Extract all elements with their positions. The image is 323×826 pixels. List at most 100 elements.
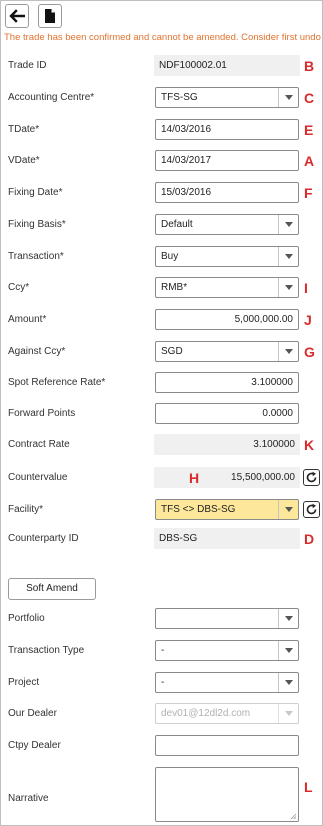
marker-a: A	[304, 153, 315, 169]
amount-label: Amount*	[8, 314, 47, 325]
trade-id-value: NDF100002.01	[154, 55, 300, 76]
row-counterparty-id: Counterparty ID DBS-SG D	[1, 527, 322, 551]
row-fixing-date: Fixing Date* 15/03/2016 F	[1, 181, 322, 205]
against-ccy-value: SGD	[161, 346, 183, 357]
refresh-countervalue-button[interactable]	[303, 469, 320, 486]
chevron-down-icon[interactable]	[278, 247, 298, 266]
accounting-centre-value: TFS-SG	[161, 92, 198, 103]
our-dealer-select: dev01@12dl2d.com	[155, 703, 299, 724]
against-ccy-label: Against Ccy*	[8, 346, 66, 357]
row-contract-rate: Contract Rate 3.100000 K	[1, 433, 322, 457]
soft-amend-button[interactable]: Soft Amend	[8, 578, 96, 600]
transaction-type-value: -	[161, 645, 165, 656]
marker-k: K	[304, 437, 315, 453]
ccy-value: RMB*	[161, 282, 188, 293]
chevron-down-icon[interactable]	[278, 278, 298, 297]
marker-i: I	[304, 280, 308, 296]
resize-grip-icon[interactable]	[290, 813, 297, 820]
narrative-label: Narrative	[8, 793, 49, 804]
facility-label: Facility*	[8, 504, 44, 515]
our-dealer-value: dev01@12dl2d.com	[161, 708, 251, 719]
accounting-centre-label: Accounting Centre*	[8, 92, 95, 103]
countervalue-value: 15,500,000.00	[154, 467, 300, 488]
refresh-icon	[306, 471, 317, 483]
facility-value: TFS <> DBS-SG	[161, 504, 236, 515]
refresh-icon	[306, 503, 317, 515]
marker-g: G	[304, 344, 315, 360]
contract-rate-value: 3.100000	[154, 434, 300, 455]
marker-e: E	[304, 122, 314, 138]
forward-points-label: Forward Points	[8, 408, 76, 419]
back-button[interactable]	[5, 4, 29, 28]
our-dealer-label: Our Dealer	[8, 708, 57, 719]
project-value: -	[161, 677, 165, 688]
row-transaction-type: Transaction Type -	[1, 639, 322, 663]
vdate-label: VDate*	[8, 155, 40, 166]
row-ccy: Ccy* RMB* I	[1, 276, 322, 300]
row-forward-points: Forward Points 0.0000	[1, 402, 322, 426]
row-portfolio: Portfolio	[1, 607, 322, 631]
transaction-value: Buy	[161, 251, 179, 262]
row-fixing-basis: Fixing Basis* Default	[1, 213, 322, 237]
row-amount: Amount* 5,000,000.00 J	[1, 308, 322, 332]
chevron-down-icon[interactable]	[278, 215, 298, 234]
forward-points-input[interactable]: 0.0000	[155, 403, 299, 424]
tdate-label: TDate*	[8, 124, 40, 135]
chevron-down-icon[interactable]	[278, 500, 298, 519]
spot-rate-input[interactable]: 3.100000	[155, 372, 299, 393]
row-ctpy-dealer: Ctpy Dealer	[1, 734, 322, 758]
document-icon	[45, 9, 55, 23]
ctpy-dealer-input[interactable]	[155, 735, 299, 756]
refresh-facility-button[interactable]	[303, 501, 320, 518]
chevron-down-icon	[278, 704, 298, 723]
document-button[interactable]	[38, 4, 62, 28]
row-trade-id: Trade ID NDF100002.01 B	[1, 54, 322, 78]
arrow-left-icon	[9, 9, 25, 23]
vdate-input[interactable]: 14/03/2017	[155, 150, 299, 171]
marker-j: J	[304, 312, 312, 328]
accounting-centre-select[interactable]: TFS-SG	[155, 87, 299, 108]
trade-id-label: Trade ID	[8, 60, 47, 71]
trade-form-window: The trade has been confirmed and cannot …	[0, 0, 323, 826]
ccy-select[interactable]: RMB*	[155, 277, 299, 298]
narrative-textarea[interactable]	[155, 767, 299, 822]
row-countervalue: Countervalue 15,500,000.00 H	[1, 466, 322, 490]
marker-f: F	[304, 185, 313, 201]
warning-message: The trade has been confirmed and cannot …	[4, 32, 321, 43]
countervalue-label: Countervalue	[8, 472, 68, 483]
row-project: Project -	[1, 671, 322, 695]
portfolio-select[interactable]	[155, 608, 299, 629]
transaction-type-label: Transaction Type	[8, 645, 85, 656]
fixing-basis-label: Fixing Basis*	[8, 219, 66, 230]
fixing-date-input[interactable]: 15/03/2016	[155, 182, 299, 203]
marker-b: B	[304, 58, 315, 74]
row-against-ccy: Against Ccy* SGD G	[1, 340, 322, 364]
row-accounting-centre: Accounting Centre* TFS-SG C	[1, 86, 322, 110]
contract-rate-label: Contract Rate	[8, 439, 70, 450]
chevron-down-icon[interactable]	[278, 673, 298, 692]
against-ccy-select[interactable]: SGD	[155, 341, 299, 362]
chevron-down-icon[interactable]	[278, 609, 298, 628]
fixing-basis-select[interactable]: Default	[155, 214, 299, 235]
project-select[interactable]: -	[155, 672, 299, 693]
row-vdate: VDate* 14/03/2017 A	[1, 149, 322, 173]
row-our-dealer: Our Dealer dev01@12dl2d.com	[1, 702, 322, 726]
ccy-label: Ccy*	[8, 282, 30, 293]
transaction-select[interactable]: Buy	[155, 246, 299, 267]
facility-select[interactable]: TFS <> DBS-SG	[155, 499, 299, 520]
counterparty-id-label: Counterparty ID	[8, 533, 79, 544]
tdate-input[interactable]: 14/03/2016	[155, 119, 299, 140]
amount-input[interactable]: 5,000,000.00	[155, 309, 299, 330]
ctpy-dealer-label: Ctpy Dealer	[8, 740, 61, 751]
chevron-down-icon[interactable]	[278, 641, 298, 660]
transaction-type-select[interactable]: -	[155, 640, 299, 661]
marker-c: C	[304, 90, 315, 106]
counterparty-id-value: DBS-SG	[154, 528, 300, 549]
transaction-label: Transaction*	[8, 251, 64, 262]
row-tdate: TDate* 14/03/2016 E	[1, 118, 322, 142]
marker-h: H	[189, 470, 200, 486]
chevron-down-icon[interactable]	[278, 88, 298, 107]
portfolio-label: Portfolio	[8, 613, 45, 624]
row-transaction: Transaction* Buy	[1, 245, 322, 269]
chevron-down-icon[interactable]	[278, 342, 298, 361]
